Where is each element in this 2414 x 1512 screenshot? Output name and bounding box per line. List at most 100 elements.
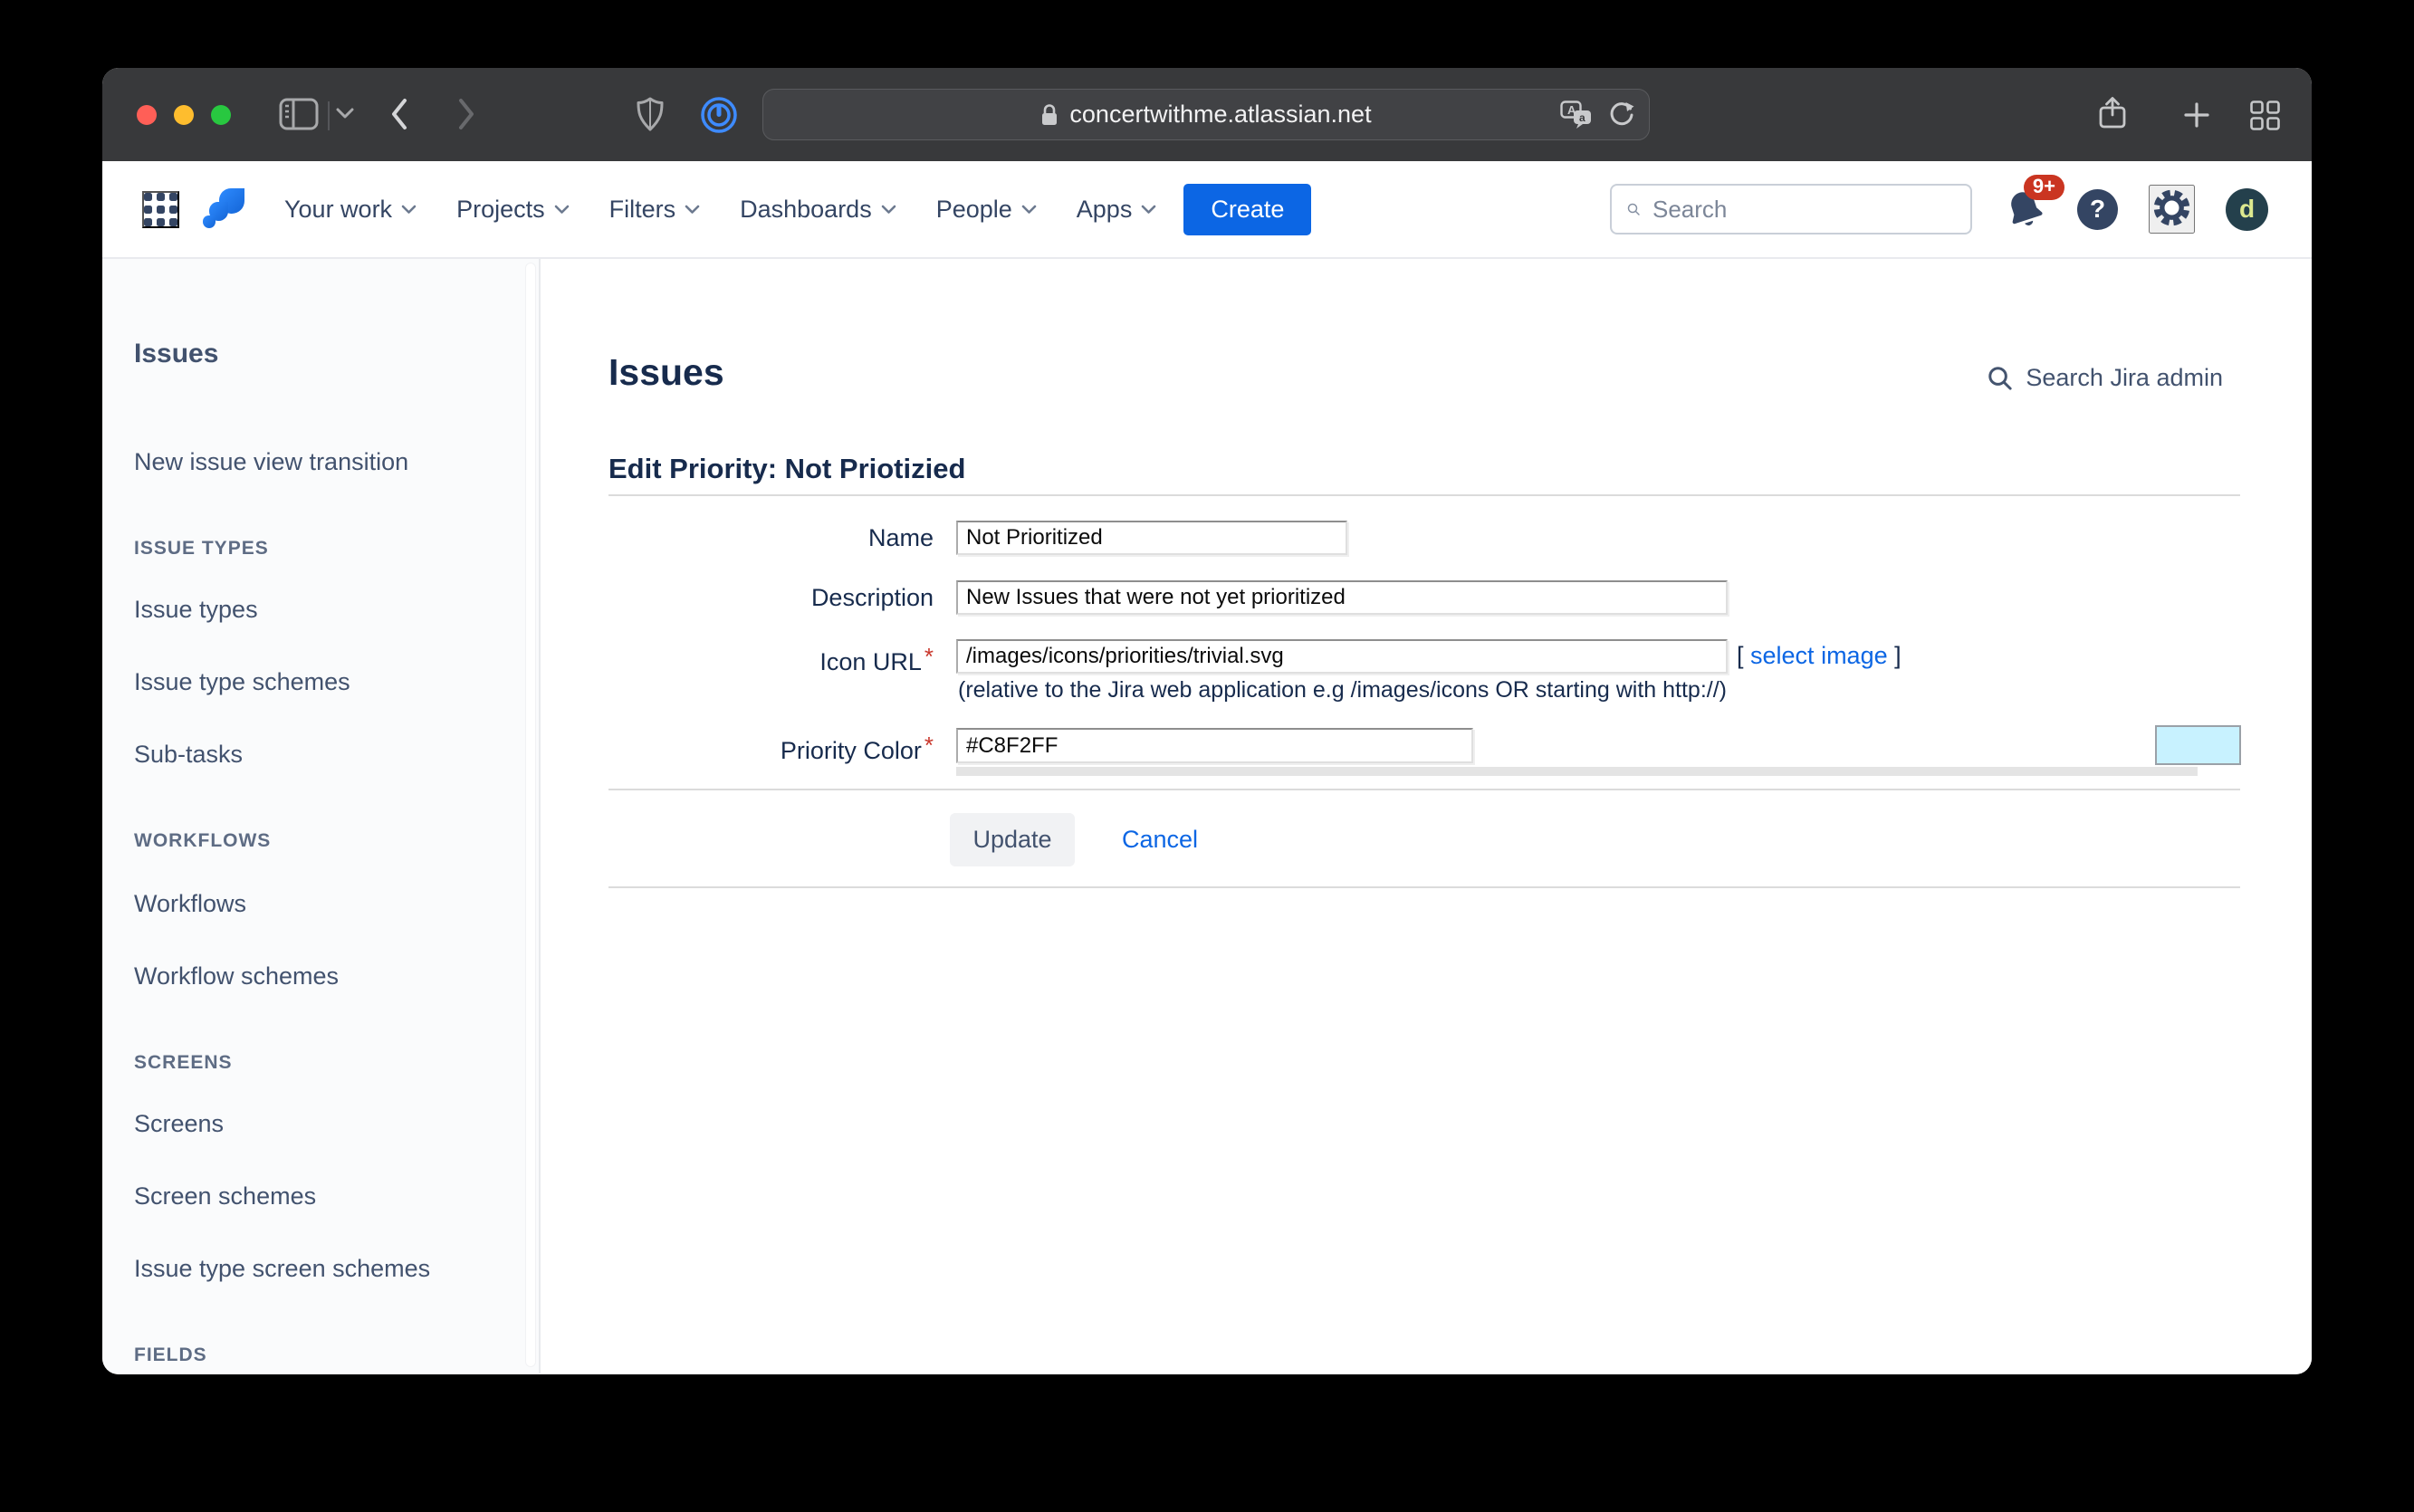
name-label: Name (867, 524, 934, 551)
url-text: concertwithme.atlassian.net (1069, 100, 1372, 128)
gear-icon (2153, 189, 2190, 226)
sidebar-item-issue-types[interactable]: Issue types (134, 596, 258, 624)
search-jira-admin-label: Search Jira admin (2026, 364, 2223, 391)
icon-url-label: Icon URL * (819, 643, 934, 675)
onepassword-icon (701, 97, 737, 133)
chevron-down-icon (881, 205, 896, 214)
app-switcher-icon (144, 192, 177, 226)
settings-button[interactable] (2149, 185, 2195, 234)
search-icon (1627, 203, 1640, 215)
divider (608, 886, 2240, 888)
admin-sidebar: Issues New issue view transition ISSUE T… (102, 259, 541, 1373)
sidebar-section-workflows: WORKFLOWS (134, 830, 272, 851)
sidebar-menu-chevron-button[interactable] (336, 108, 354, 120)
avatar[interactable]: d (2226, 187, 2268, 231)
description-input[interactable] (956, 580, 1728, 615)
chevron-down-icon (685, 205, 700, 214)
name-input[interactable] (956, 521, 1347, 555)
browser-window: concertwithme.atlassian.net A a Your wor… (102, 68, 2312, 1374)
zoom-window-button[interactable] (211, 105, 231, 125)
sidebar-toggle-button[interactable] (279, 98, 319, 130)
create-button[interactable]: Create (1183, 183, 1312, 235)
nav-projects[interactable]: Projects (456, 196, 570, 224)
chevron-right-icon (459, 99, 474, 129)
cancel-link[interactable]: Cancel (1122, 813, 1198, 866)
sidebar-item-workflow-schemes[interactable]: Workflow schemes (134, 962, 339, 990)
jira-navbar: Your work Projects Filters Dashboards Pe… (102, 161, 2312, 259)
svg-text:a: a (1579, 111, 1585, 124)
search-icon (1988, 367, 2013, 390)
chevron-down-icon (1142, 205, 1156, 214)
plus-icon (2184, 102, 2209, 128)
tab-grid-icon (2250, 100, 2280, 130)
nav-your-work[interactable]: Your work (284, 196, 417, 224)
chevron-left-icon (392, 99, 407, 129)
chevron-down-icon (1021, 205, 1037, 214)
sidebar-item-new-issue-view-transition[interactable]: New issue view transition (134, 448, 408, 476)
sidebar-heading-issues: Issues (134, 339, 219, 368)
page-title: Issues (608, 351, 724, 393)
notifications-button[interactable]: 9+ (2003, 175, 2064, 231)
back-button[interactable] (390, 98, 408, 130)
form-title: Edit Priority: Not Priotizied (608, 453, 966, 484)
shield-icon (637, 97, 664, 131)
description-label: Description (810, 584, 934, 611)
password-manager-button[interactable] (700, 96, 738, 134)
icon-url-helper-text: (relative to the Jira web application e.… (958, 677, 1727, 703)
icon-url-input[interactable] (956, 639, 1728, 674)
priority-color-swatch[interactable] (2155, 725, 2241, 765)
main-content: Issues Search Jira admin Edit Priority: … (541, 259, 2312, 1373)
divider (608, 789, 2240, 790)
forward-button[interactable] (457, 98, 475, 130)
nav-dashboards[interactable]: Dashboards (740, 196, 896, 224)
notification-badge: 9+ (2023, 175, 2064, 200)
browser-chrome: concertwithme.atlassian.net A a (102, 68, 2312, 161)
share-icon (2099, 97, 2126, 129)
traffic-lights (137, 105, 231, 125)
sidebar-item-workflows[interactable]: Workflows (134, 890, 246, 918)
update-button[interactable]: Update (950, 813, 1075, 866)
translate-icon: A a (1560, 100, 1591, 129)
chevron-down-icon (554, 205, 569, 214)
chevron-down-icon (401, 205, 417, 214)
priority-color-input[interactable] (956, 728, 1473, 763)
help-button[interactable]: ? (2077, 188, 2118, 230)
primary-navigation: Your work Projects Filters Dashboards Pe… (284, 196, 1156, 224)
reload-icon (1610, 101, 1634, 125)
chevron-down-icon (336, 108, 354, 119)
divider (608, 494, 2240, 496)
nav-people[interactable]: People (936, 196, 1037, 224)
sidebar-item-issue-type-screen-schemes[interactable]: Issue type screen schemes (134, 1255, 430, 1283)
translate-button[interactable]: A a (1560, 100, 1593, 129)
select-image-link[interactable]: select image (1750, 642, 1888, 669)
reload-button[interactable] (1607, 100, 1636, 129)
sidebar-item-screens[interactable]: Screens (134, 1110, 224, 1138)
app-switcher-button[interactable] (142, 190, 179, 228)
global-search (1610, 184, 1972, 234)
lock-icon (1042, 104, 1058, 125)
share-button[interactable] (2098, 96, 2127, 130)
required-asterisk: * (924, 732, 934, 759)
select-image-wrap: [ select image ] (1737, 642, 1902, 669)
minimize-window-button[interactable] (174, 105, 194, 125)
priority-color-label: Priority Color * (780, 732, 934, 764)
nav-apps[interactable]: Apps (1077, 196, 1157, 224)
sidebar-section-screens: SCREENS (134, 1052, 233, 1073)
new-tab-button[interactable] (2183, 101, 2210, 129)
search-jira-admin-button[interactable]: Search Jira admin (1986, 364, 2223, 392)
sidebar-toggle-icon (279, 98, 319, 130)
global-search-input[interactable] (1652, 195, 1956, 224)
toolbar-divider (328, 101, 330, 130)
close-window-button[interactable] (137, 105, 157, 125)
tab-overview-button[interactable] (2250, 100, 2280, 130)
sidebar-scrollbar[interactable] (525, 263, 536, 1367)
sidebar-item-sub-tasks[interactable]: Sub-tasks (134, 741, 243, 769)
nav-filters[interactable]: Filters (609, 196, 701, 224)
privacy-report-button[interactable] (637, 97, 664, 131)
required-asterisk: * (924, 643, 934, 670)
sidebar-item-issue-type-schemes[interactable]: Issue type schemes (134, 668, 350, 696)
address-bar[interactable]: concertwithme.atlassian.net A a (762, 89, 1650, 140)
jira-logo[interactable] (203, 187, 246, 231)
sidebar-item-screen-schemes[interactable]: Screen schemes (134, 1182, 316, 1211)
desktop-background: concertwithme.atlassian.net A a Your wor… (0, 0, 2414, 1512)
